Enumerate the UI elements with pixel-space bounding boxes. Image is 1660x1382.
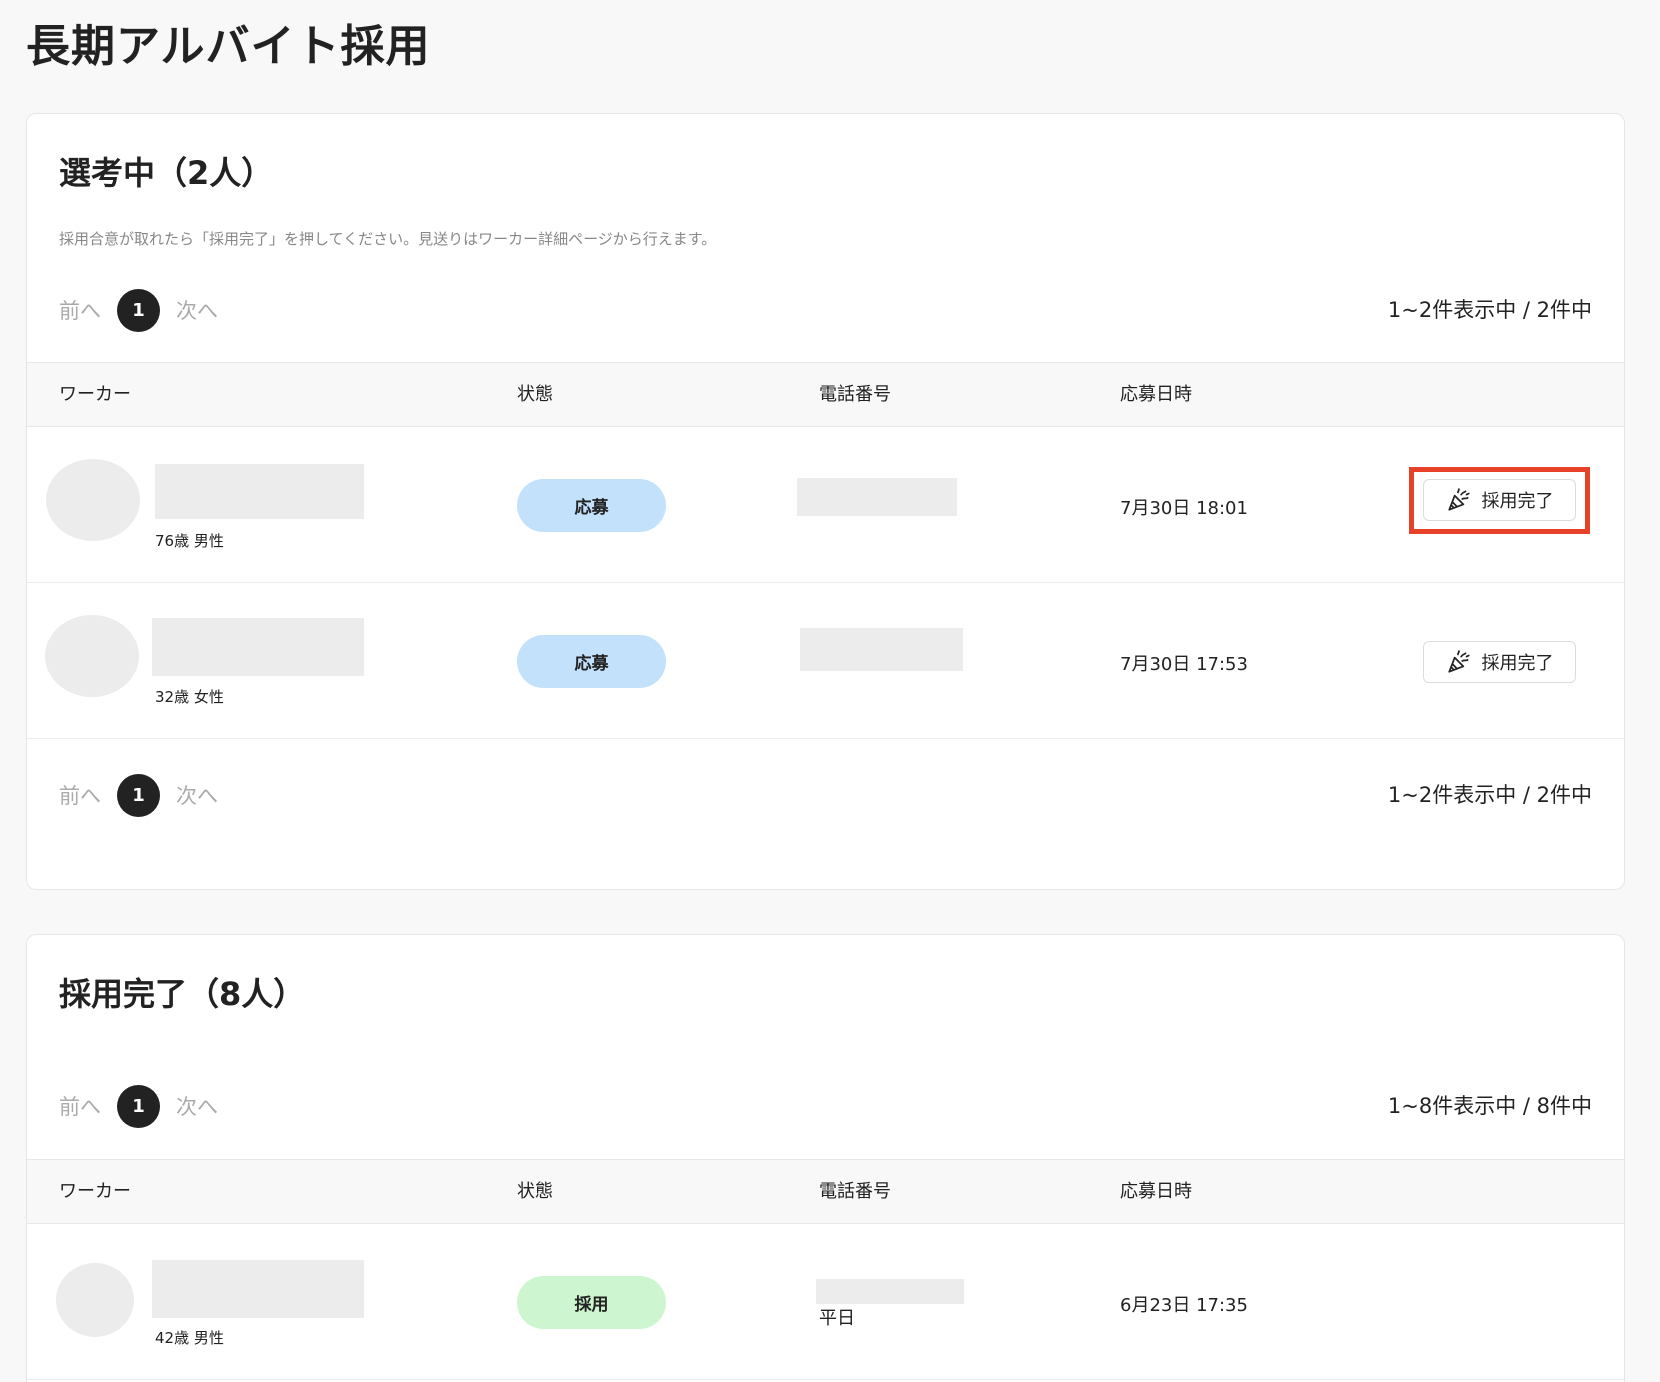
col-status: 状態 [517,384,553,405]
result-count: 1~2件表示中 / 2件中 [1387,783,1592,807]
phone-redacted [816,1279,964,1304]
phone-redacted [797,478,957,516]
phone-note: 平日 [819,1308,855,1329]
pager-bottom: 前へ 1 次へ [59,773,218,817]
pager-top: 前へ 1 次へ [59,1084,218,1128]
avatar [46,459,140,541]
party-popper-icon [1447,650,1470,673]
pager-page-1[interactable]: 1 [117,288,160,332]
avatar [56,1263,134,1337]
col-status: 状態 [517,1181,553,1202]
col-applied-at: 応募日時 [1120,384,1192,405]
col-phone: 電話番号 [819,1181,891,1202]
status-badge: 応募 [517,635,666,688]
col-phone: 電話番号 [819,384,891,405]
selection-card: 選考中（2人） 採用合意が取れたら「採用完了」を押してください。見送りはワーカー… [26,113,1625,890]
selection-title: 選考中（2人） [59,154,274,192]
pager-prev[interactable]: 前へ [59,295,101,325]
pager-next[interactable]: 次へ [176,780,218,810]
col-worker: ワーカー [59,384,131,405]
avatar [45,615,139,697]
selection-note: 採用合意が取れたら「採用完了」を押してください。見送りはワーカー詳細ページから行… [59,230,717,248]
result-count: 1~8件表示中 / 8件中 [1387,1094,1592,1118]
table-header: ワーカー 状態 電話番号 応募日時 [27,1159,1624,1224]
phone-redacted [800,628,963,671]
pager-next[interactable]: 次へ [176,295,218,325]
result-count: 1~2件表示中 / 2件中 [1387,298,1592,322]
pager-prev[interactable]: 前へ [59,1091,101,1121]
applied-at: 7月30日 18:01 [1120,498,1248,519]
table-row[interactable]: 76歳 男性 応募 7月30日 18:01 採用完了 [27,427,1624,583]
pager-prev[interactable]: 前へ [59,780,101,810]
pager-next[interactable]: 次へ [176,1091,218,1121]
table-row[interactable]: 32歳 女性 応募 7月30日 17:53 採用完了 [27,583,1624,739]
status-badge: 採用 [517,1276,666,1329]
status-badge: 応募 [517,479,666,532]
party-popper-icon [1447,488,1470,511]
pager-page-1[interactable]: 1 [117,1084,160,1128]
hire-complete-button[interactable]: 採用完了 [1423,479,1576,521]
table-header: ワーカー 状態 電話番号 応募日時 [27,362,1624,427]
worker-meta: 76歳 男性 [155,532,224,550]
worker-name-redacted [155,464,364,519]
pager-page-1[interactable]: 1 [117,773,160,817]
pager-top: 前へ 1 次へ [59,288,218,332]
hired-card: 採用完了（8人） 前へ 1 次へ 1~8件表示中 / 8件中 ワーカー 状態 電… [26,934,1625,1382]
worker-name-redacted [152,618,364,676]
hire-complete-label: 採用完了 [1481,491,1554,511]
worker-name-redacted [152,1260,364,1318]
worker-meta: 42歳 男性 [155,1329,224,1347]
hire-complete-label: 採用完了 [1481,653,1554,673]
table-row[interactable]: 42歳 男性 採用 平日 6月23日 17:35 [27,1224,1624,1380]
applied-at: 7月30日 17:53 [1120,654,1248,675]
hired-title: 採用完了（8人） [59,975,306,1013]
col-applied-at: 応募日時 [1120,1181,1192,1202]
applied-at: 6月23日 17:35 [1120,1295,1248,1316]
page-title: 長期アルバイト採用 [26,21,431,72]
hire-complete-button[interactable]: 採用完了 [1423,641,1576,683]
worker-meta: 32歳 女性 [155,688,224,706]
col-worker: ワーカー [59,1181,131,1202]
